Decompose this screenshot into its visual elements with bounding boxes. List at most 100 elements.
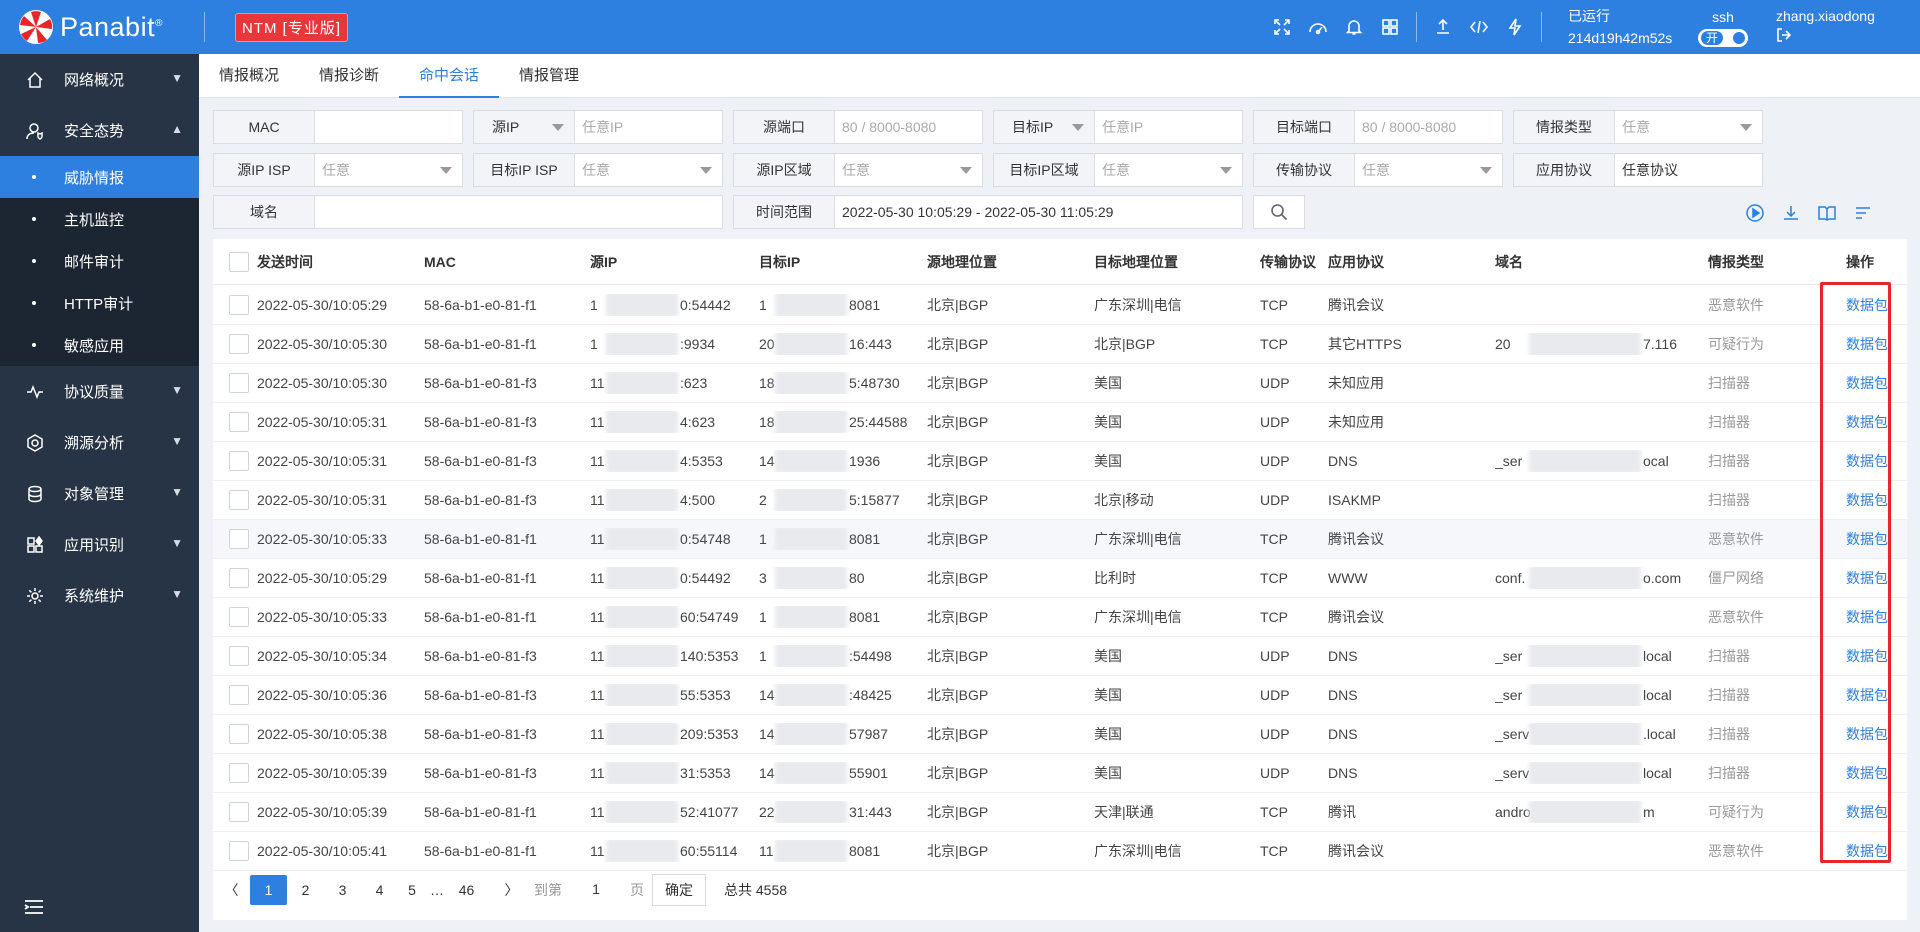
src-ip-type-select[interactable]: 源IP — [474, 111, 575, 143]
col-send-time[interactable]: 发送时间 — [257, 252, 313, 272]
table-row[interactable]: 2022-05-30/10:05:33 58-6a-b1-e0-81-f1 北京|B… — [213, 520, 1907, 559]
col-src-ip[interactable]: 源IP — [590, 252, 617, 272]
table-row[interactable]: 2022-05-30/10:05:29 58-6a-b1-e0-81-f1 北京|B… — [213, 559, 1907, 598]
col-src-geo[interactable]: 源地理位置 — [927, 252, 997, 272]
page-1[interactable]: 1 — [250, 875, 287, 905]
col-dst-geo[interactable]: 目标地理位置 — [1094, 252, 1178, 272]
sidebar-subitem-host-monitor[interactable]: 主机监控 — [0, 198, 199, 240]
transport-select[interactable]: 任意 — [1355, 154, 1502, 186]
col-dst-ip[interactable]: 目标IP — [759, 252, 800, 272]
mac-input[interactable] — [315, 111, 462, 143]
sidebar-item-security[interactable]: 安全态势 ▲ — [0, 105, 199, 156]
fullscreen-icon[interactable] — [1264, 0, 1300, 54]
row-checkbox[interactable] — [229, 763, 249, 783]
src-region-select[interactable]: 任意 — [835, 154, 982, 186]
row-checkbox[interactable] — [229, 802, 249, 822]
page-4[interactable]: 4 — [361, 875, 398, 905]
collapse-menu-icon[interactable] — [24, 899, 44, 920]
page-3[interactable]: 3 — [324, 875, 361, 905]
code-icon[interactable] — [1461, 0, 1497, 54]
sidebar-subitem-http-audit[interactable]: HTTP审计 — [0, 282, 199, 324]
row-checkbox[interactable] — [229, 412, 249, 432]
sidebar-item-object-mgmt[interactable]: 对象管理 ▼ — [0, 468, 199, 519]
row-checkbox[interactable] — [229, 607, 249, 627]
col-app[interactable]: 应用协议 — [1328, 252, 1384, 272]
row-checkbox[interactable] — [229, 646, 249, 666]
dst-port-input[interactable]: 80 / 8000-8080 — [1355, 111, 1502, 143]
cell-app: 腾讯会议 — [1328, 297, 1384, 313]
sort-icon[interactable] — [1853, 203, 1873, 226]
domain-input[interactable] — [315, 196, 722, 228]
select-all-checkbox[interactable] — [229, 252, 249, 272]
page-last[interactable]: 46 — [448, 875, 485, 905]
tab-hit-sessions[interactable]: 命中会话 — [399, 54, 500, 98]
col-transport[interactable]: 传输协议 — [1260, 252, 1316, 272]
table-row[interactable]: 2022-05-30/10:05:39 58-6a-b1-e0-81-f1 北京|B… — [213, 793, 1907, 832]
ssh-toggle[interactable]: 开 — [1698, 29, 1748, 47]
sidebar-item-trace-analysis[interactable]: 溯源分析 ▼ — [0, 417, 199, 468]
dashboard-icon[interactable] — [1300, 0, 1336, 54]
row-checkbox[interactable] — [229, 451, 249, 471]
row-checkbox[interactable] — [229, 373, 249, 393]
src-ip-input[interactable]: 任意IP — [575, 111, 722, 143]
row-checkbox[interactable] — [229, 295, 249, 315]
sidebar-subitem-mail-audit[interactable]: 邮件审计 — [0, 240, 199, 282]
col-intel-type[interactable]: 情报类型 — [1708, 252, 1764, 272]
time-range-input[interactable]: 2022-05-30 10:05:29 - 2022-05-30 11:05:2… — [835, 196, 1242, 228]
table-row[interactable]: 2022-05-30/10:05:33 58-6a-b1-e0-81-f1 北京|B… — [213, 598, 1907, 637]
logout-icon[interactable] — [1776, 27, 1908, 49]
dst-ip-input[interactable]: 任意IP — [1095, 111, 1242, 143]
sidebar-subitem-threat-intel[interactable]: 威胁情报 — [0, 156, 199, 198]
sidebar-item-protocol-quality[interactable]: 协议质量 ▼ — [0, 366, 199, 417]
table-row[interactable]: 2022-05-30/10:05:29 58-6a-b1-e0-81-f1 北京|B… — [213, 286, 1907, 325]
sidebar-item-system[interactable]: 系统维护 ▼ — [0, 570, 199, 621]
dst-isp-select[interactable]: 任意 — [575, 154, 722, 186]
table-row[interactable]: 2022-05-30/10:05:31 58-6a-b1-e0-81-f3 北京|B… — [213, 481, 1907, 520]
app-protocol-input[interactable]: 任意协议 — [1615, 154, 1762, 186]
page-5[interactable]: 5 — [398, 875, 426, 905]
row-checkbox[interactable] — [229, 490, 249, 510]
goto-page-input[interactable]: 1 — [570, 874, 622, 906]
table-row[interactable]: 2022-05-30/10:05:38 58-6a-b1-e0-81-f3 北京|B… — [213, 715, 1907, 754]
row-checkbox[interactable] — [229, 334, 249, 354]
sidebar-item-app-identify[interactable]: 应用识别 ▼ — [0, 519, 199, 570]
page-2[interactable]: 2 — [287, 875, 324, 905]
row-checkbox[interactable] — [229, 568, 249, 588]
table-row[interactable]: 2022-05-30/10:05:30 58-6a-b1-e0-81-f3 北京|B… — [213, 364, 1907, 403]
book-icon[interactable] — [1817, 203, 1837, 226]
search-button[interactable] — [1253, 195, 1305, 229]
row-checkbox[interactable] — [229, 529, 249, 549]
sidebar-subitem-sensitive-apps[interactable]: 敏感应用 — [0, 324, 199, 366]
confirm-button[interactable]: 确定 — [652, 874, 706, 906]
bolt-icon[interactable] — [1497, 0, 1533, 54]
prev-page-icon[interactable]: 〈 — [213, 875, 250, 905]
table-row[interactable]: 2022-05-30/10:05:36 58-6a-b1-e0-81-f3 北京|B… — [213, 676, 1907, 715]
bell-icon[interactable] — [1336, 0, 1372, 54]
col-mac[interactable]: MAC — [424, 254, 456, 270]
tab-intel-diagnosis[interactable]: 情报诊断 — [299, 54, 399, 98]
grid-icon[interactable] — [1372, 0, 1408, 54]
upload-icon[interactable] — [1425, 0, 1461, 54]
next-page-icon[interactable]: 〉 — [493, 875, 530, 905]
row-checkbox[interactable] — [229, 841, 249, 861]
table-row[interactable]: 2022-05-30/10:05:34 58-6a-b1-e0-81-f3 北京|B… — [213, 637, 1907, 676]
table-row[interactable]: 2022-05-30/10:05:31 58-6a-b1-e0-81-f3 北京|B… — [213, 442, 1907, 481]
username[interactable]: zhang.xiaodong — [1776, 5, 1908, 27]
src-isp-select[interactable]: 任意 — [315, 154, 462, 186]
dst-ip-type-select[interactable]: 目标IP — [994, 111, 1095, 143]
table-row[interactable]: 2022-05-30/10:05:39 58-6a-b1-e0-81-f3 北京|B… — [213, 754, 1907, 793]
dst-region-select[interactable]: 任意 — [1095, 154, 1242, 186]
download-icon[interactable] — [1781, 203, 1801, 226]
intel-type-select[interactable]: 任意 — [1615, 111, 1762, 143]
row-checkbox[interactable] — [229, 685, 249, 705]
play-icon[interactable] — [1745, 203, 1765, 226]
tab-intel-overview[interactable]: 情报概况 — [199, 54, 299, 98]
table-row[interactable]: 2022-05-30/10:05:31 58-6a-b1-e0-81-f3 北京|B… — [213, 403, 1907, 442]
row-checkbox[interactable] — [229, 724, 249, 744]
src-port-input[interactable]: 80 / 8000-8080 — [835, 111, 982, 143]
tab-intel-management[interactable]: 情报管理 — [499, 54, 599, 98]
table-row[interactable]: 2022-05-30/10:05:41 58-6a-b1-e0-81-f1 北京|B… — [213, 832, 1907, 871]
col-domain[interactable]: 域名 — [1495, 252, 1523, 272]
table-row[interactable]: 2022-05-30/10:05:30 58-6a-b1-e0-81-f1 北京|B… — [213, 325, 1907, 364]
sidebar-item-network-overview[interactable]: 网络概况 ▼ — [0, 54, 199, 105]
